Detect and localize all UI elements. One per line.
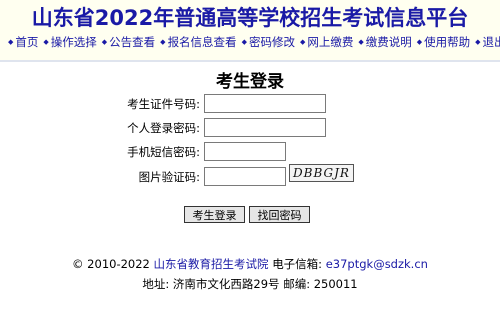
copyright-text: © 2010-2022: [72, 257, 150, 271]
nav-item-payment-guide[interactable]: ◆ 缴费说明: [358, 34, 411, 50]
captcha-label: 图片验证码:: [138, 170, 200, 184]
nav-item-label: 使用帮助: [424, 35, 471, 49]
nav-item-label: 退出: [482, 35, 500, 49]
diamond-bullet-icon: ◆: [160, 38, 166, 46]
diamond-bullet-icon: ◆: [101, 38, 108, 46]
email-label: 电子信箱:: [272, 257, 323, 271]
site-header: 山东省2022年普通高等学校招生考试信息平台 ◆ 首页 ◆ 操作选择 ◆ 公告查看 ◆…: [0, 0, 500, 62]
nav-item-announcements[interactable]: ◆ 公告查看: [102, 34, 155, 50]
nav-item-label: 网上缴费: [307, 35, 354, 49]
login-button[interactable]: 考生登录: [184, 206, 245, 223]
exam-id-input[interactable]: [204, 94, 326, 113]
email-link[interactable]: e37ptgk@sdzk.cn: [326, 257, 428, 271]
nav-item-label: 缴费说明: [365, 35, 412, 49]
org-link[interactable]: 山东省教育招生考试院: [154, 257, 269, 271]
password-input[interactable]: [204, 118, 326, 137]
nav-item-help[interactable]: ◆ 使用帮助: [417, 34, 470, 50]
sms-code-input[interactable]: [204, 142, 286, 161]
login-title: 考生登录: [216, 72, 284, 92]
diamond-bullet-icon: ◆: [241, 38, 247, 46]
top-nav: ◆ 首页 ◆ 操作选择 ◆ 公告查看 ◆ 报名信息查看 ◆ 密码修改 ◆ 网上缴费 ◆ 缴费说…: [8, 34, 500, 50]
header-divider: [0, 60, 500, 62]
nav-item-label: 密码修改: [248, 35, 295, 49]
diamond-bullet-icon: ◆: [475, 38, 481, 46]
nav-item-home[interactable]: ◆ 首页: [8, 34, 38, 50]
diamond-bullet-icon: ◆: [299, 38, 306, 46]
nav-item-change-password[interactable]: ◆ 密码修改: [242, 34, 295, 50]
captcha-image[interactable]: DBBGJR: [289, 164, 354, 182]
diamond-bullet-icon: ◆: [358, 38, 364, 46]
captcha-input[interactable]: [204, 167, 286, 186]
sms-code-label: 手机短信密码:: [127, 145, 200, 159]
diamond-bullet-icon: ◆: [8, 38, 14, 46]
site-title: 山东省2022年普通高等学校招生考试信息平台: [31, 6, 469, 30]
nav-item-online-payment[interactable]: ◆ 网上缴费: [300, 34, 353, 50]
nav-item-logout[interactable]: ◆ 退出: [475, 34, 500, 50]
nav-item-label: 公告查看: [109, 35, 156, 49]
nav-item-registration-info[interactable]: ◆ 报名信息查看: [160, 34, 236, 50]
nav-item-operation-select[interactable]: ◆ 操作选择: [43, 34, 96, 50]
password-label: 个人登录密码:: [127, 121, 200, 135]
diamond-bullet-icon: ◆: [43, 38, 49, 46]
nav-item-label: 报名信息查看: [167, 35, 237, 49]
nav-item-label: 操作选择: [50, 35, 97, 49]
footer-contact: © 2010-2022 山东省教育招生考试院 电子信箱: e37ptgk@sdz…: [0, 256, 500, 272]
diamond-bullet-icon: ◆: [416, 38, 423, 46]
nav-item-label: 首页: [15, 35, 39, 49]
footer-address: 地址: 济南市文化西路29号 邮编: 250011: [142, 277, 358, 291]
recover-password-button[interactable]: 找回密码: [249, 206, 310, 223]
exam-id-label: 考生证件号码:: [127, 97, 200, 111]
